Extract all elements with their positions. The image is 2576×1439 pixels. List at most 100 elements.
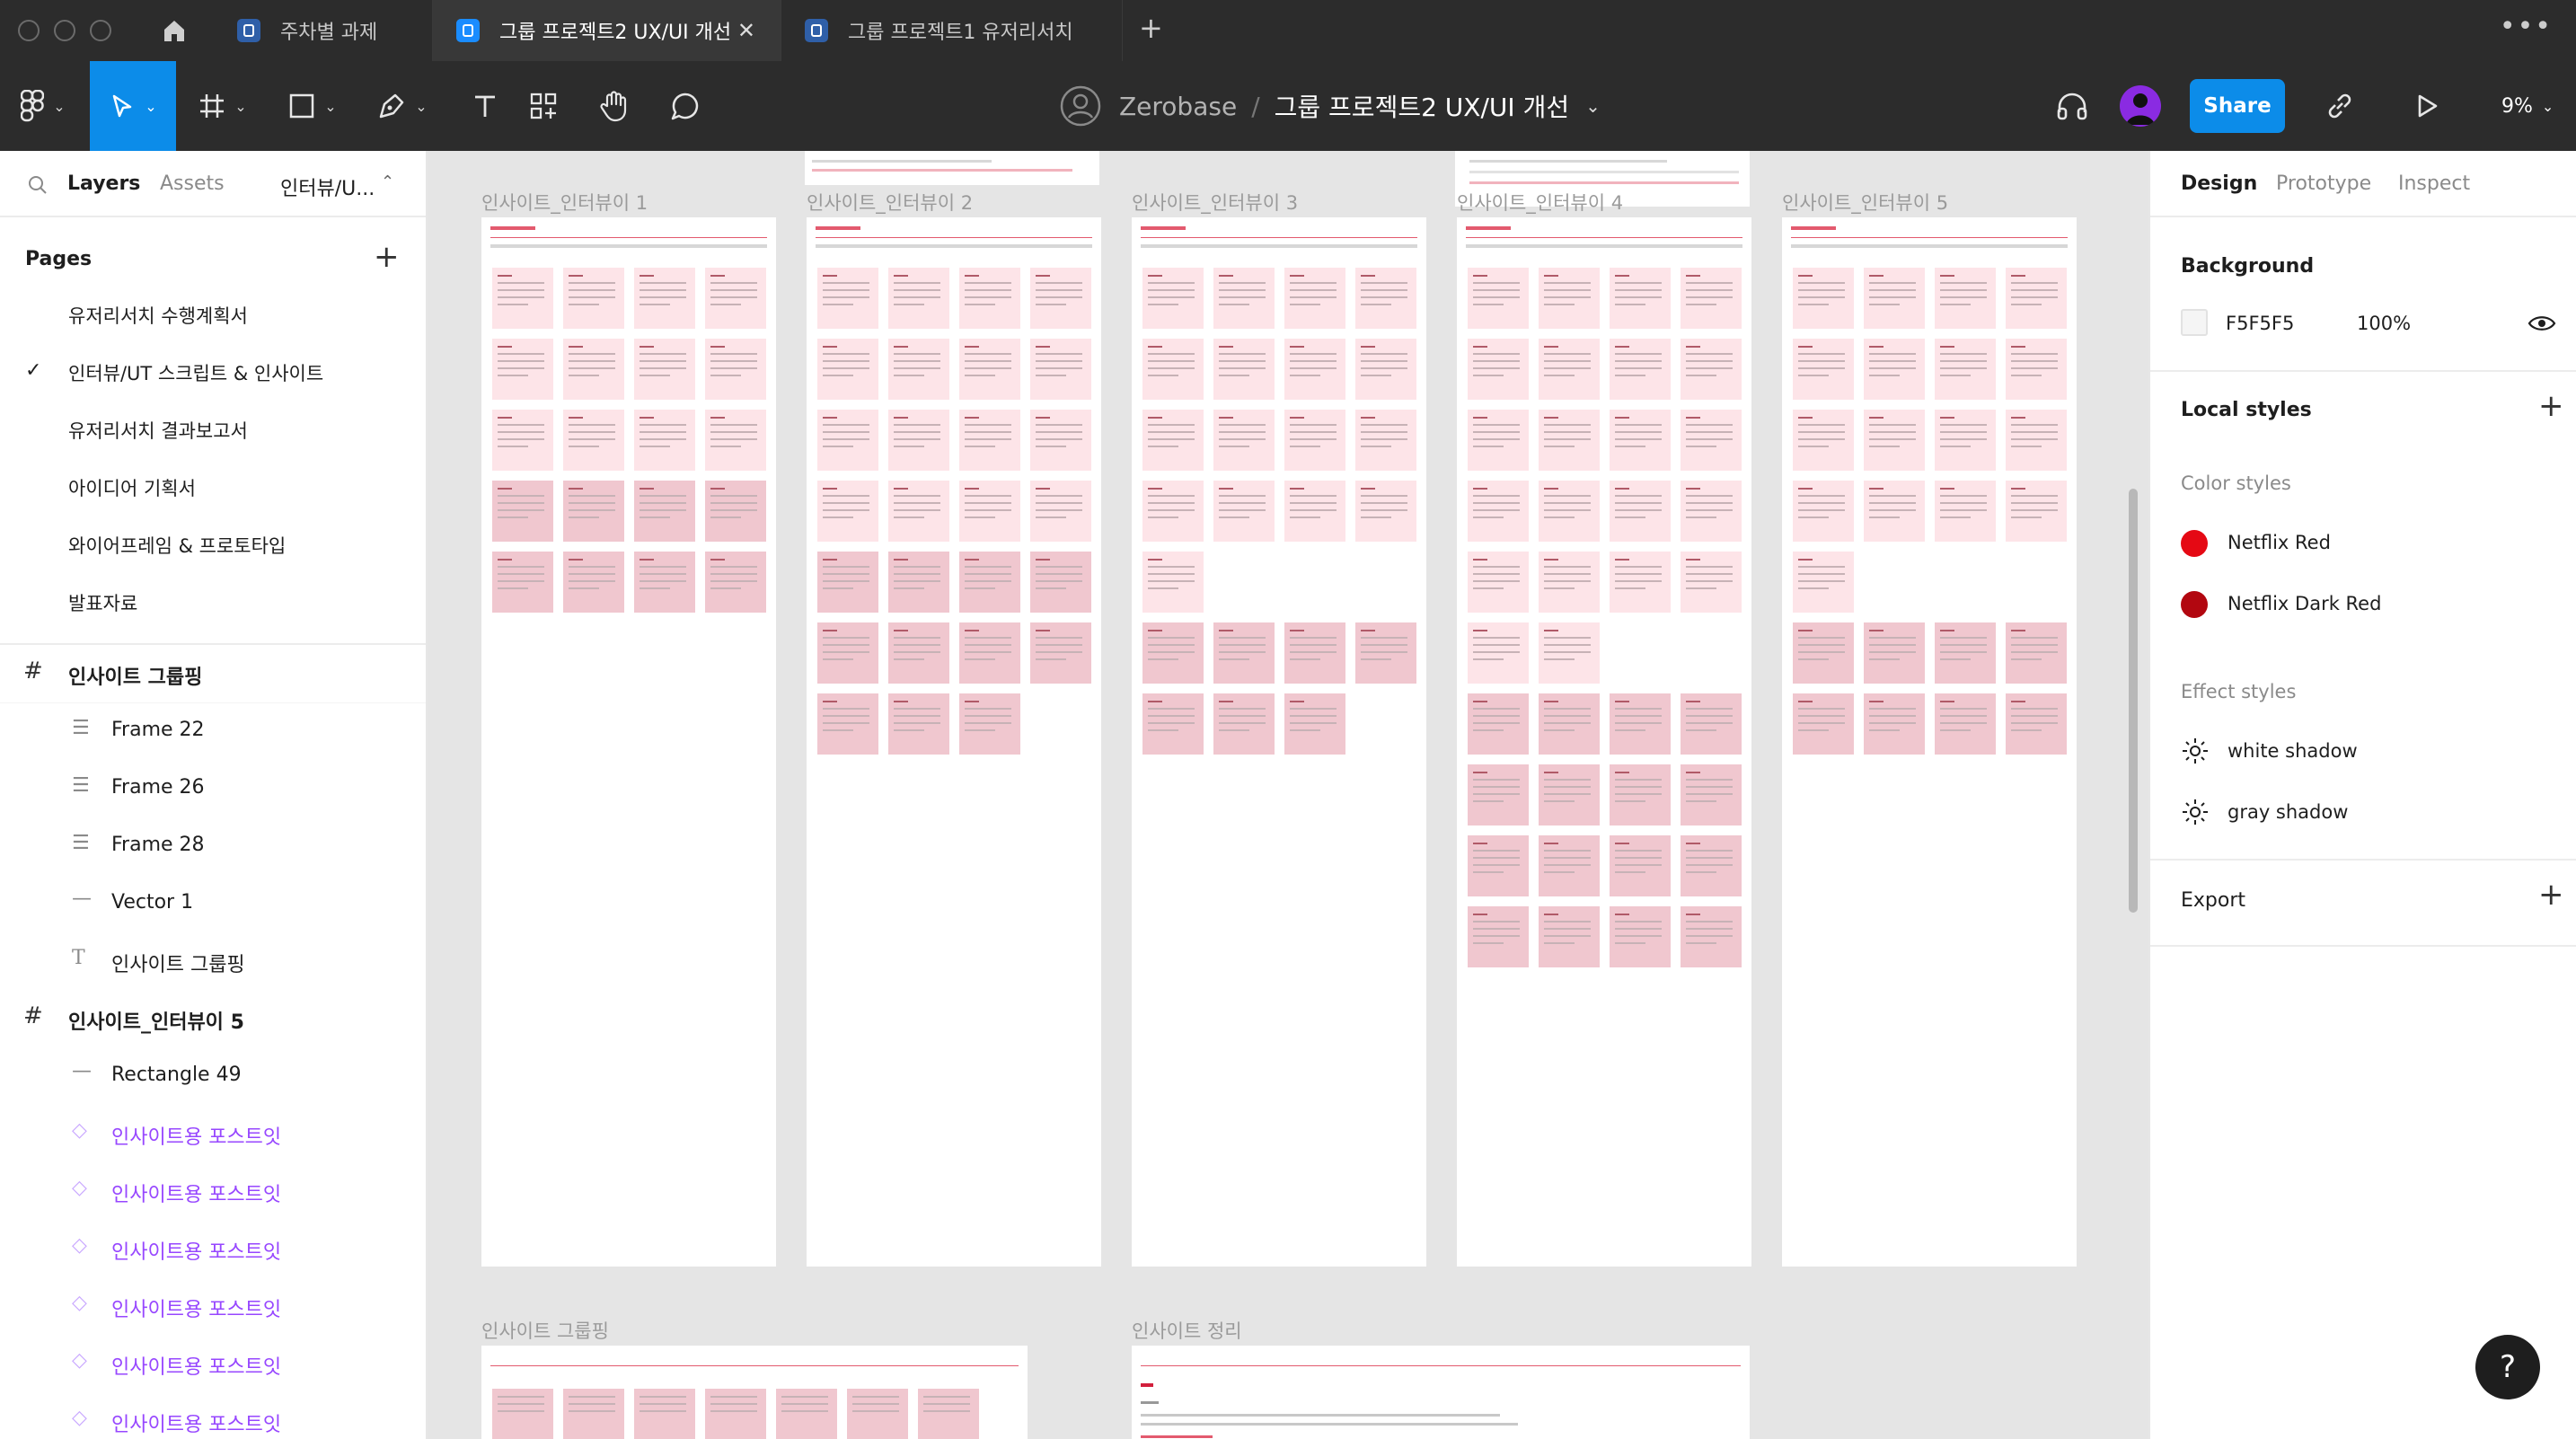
sticky-note[interactable]	[563, 481, 624, 542]
sticky-note[interactable]	[1681, 410, 1742, 471]
sticky-note[interactable]	[492, 339, 553, 400]
sticky-note[interactable]	[888, 552, 949, 613]
sticky-note[interactable]	[1355, 622, 1416, 684]
frame-label[interactable]: 인사이트_인터뷰이 1	[481, 189, 648, 216]
frame-label[interactable]: 인사이트_인터뷰이 3	[1132, 189, 1298, 216]
sticky-note[interactable]	[1030, 481, 1091, 542]
sticky-note[interactable]	[1539, 268, 1600, 329]
sticky-note[interactable]	[959, 693, 1020, 755]
page-item[interactable]: 발표자료	[68, 589, 137, 616]
sticky-note[interactable]	[1935, 481, 1996, 542]
sticky-note[interactable]	[1468, 764, 1529, 825]
frame-insight-summary[interactable]	[1132, 1346, 1750, 1439]
audio-button[interactable]	[2048, 61, 2096, 151]
page-item-selected[interactable]: 인터뷰/UT 스크립트 & 인사이트	[68, 359, 323, 386]
sticky-note[interactable]	[1213, 622, 1275, 684]
sticky-note[interactable]	[1935, 410, 1996, 471]
frame-tool-button[interactable]: ⌄	[180, 61, 266, 151]
insight-frame[interactable]	[1782, 217, 2077, 1267]
sticky-note[interactable]	[959, 268, 1020, 329]
sticky-note[interactable]	[817, 693, 878, 755]
sticky-note[interactable]	[1793, 693, 1854, 755]
sticky-note[interactable]	[1610, 835, 1671, 896]
sticky-note[interactable]	[563, 410, 624, 471]
sticky-note[interactable]	[1213, 339, 1275, 400]
sticky-note[interactable]	[1610, 268, 1671, 329]
sticky-note[interactable]	[705, 481, 766, 542]
sticky-note[interactable]	[1539, 835, 1600, 896]
layer-component[interactable]: 인사이트용 포스트잇	[111, 1351, 281, 1380]
sticky-note[interactable]	[1030, 410, 1091, 471]
sticky-note[interactable]	[1864, 481, 1925, 542]
sticky-note[interactable]	[1142, 622, 1204, 684]
sticky-note[interactable]	[1681, 552, 1742, 613]
sticky-note[interactable]	[1793, 410, 1854, 471]
layer-component[interactable]: 인사이트용 포스트잇	[111, 1121, 281, 1150]
sticky-note[interactable]	[634, 481, 695, 542]
page-item[interactable]: 아이디어 기획서	[68, 474, 196, 501]
sticky-note[interactable]	[1213, 693, 1275, 755]
frame-label[interactable]: 인사이트_인터뷰이 5	[1782, 189, 1948, 216]
sticky-note[interactable]	[1468, 622, 1529, 684]
sticky-note[interactable]	[2006, 481, 2067, 542]
sticky-note[interactable]	[1610, 906, 1671, 967]
sticky-note[interactable]	[1681, 906, 1742, 967]
window-maximize-dot[interactable]	[90, 20, 111, 41]
sticky-note[interactable]	[1142, 268, 1204, 329]
layer-item[interactable]: Frame 22	[111, 719, 205, 741]
home-button[interactable]	[135, 0, 214, 61]
sticky-note[interactable]	[1864, 622, 1925, 684]
sticky-note[interactable]	[1213, 481, 1275, 542]
color-style-name[interactable]: Netflix Dark Red	[2228, 593, 2381, 614]
pen-tool-button[interactable]: ⌄	[359, 61, 446, 151]
sticky-note[interactable]	[1539, 622, 1600, 684]
sticky-note[interactable]	[1539, 410, 1600, 471]
sticky-note[interactable]	[1213, 268, 1275, 329]
sticky-note[interactable]	[888, 622, 949, 684]
sticky-note[interactable]	[1864, 693, 1925, 755]
layer-item[interactable]: 인사이트 그룹핑	[111, 949, 245, 977]
layer-item[interactable]: Frame 26	[111, 776, 205, 799]
sticky-note[interactable]	[1539, 481, 1600, 542]
sticky-note[interactable]	[634, 268, 695, 329]
sticky-note[interactable]	[959, 339, 1020, 400]
sticky-note[interactable]	[705, 410, 766, 471]
sticky-note[interactable]	[705, 339, 766, 400]
sticky-note[interactable]	[1681, 339, 1742, 400]
sticky-note[interactable]	[634, 552, 695, 613]
sticky-note[interactable]	[1539, 339, 1600, 400]
sticky-note[interactable]	[1681, 481, 1742, 542]
frame-label[interactable]: 인사이트 정리	[1132, 1317, 1242, 1344]
sticky-note[interactable]	[1142, 481, 1204, 542]
sticky-note[interactable]	[1793, 268, 1854, 329]
sticky-note[interactable]	[1142, 410, 1204, 471]
sticky-note[interactable]	[888, 481, 949, 542]
tab-layers[interactable]: Layers	[67, 172, 140, 195]
sticky-note[interactable]	[1284, 693, 1345, 755]
sticky-note[interactable]	[1284, 339, 1345, 400]
zoom-menu[interactable]: 9% ⌄	[2501, 61, 2554, 151]
background-color-swatch[interactable]	[2181, 309, 2208, 336]
layer-frame[interactable]: 인사이트 그룹핑	[68, 661, 203, 690]
new-tab-plus-icon[interactable]: +	[1139, 11, 1163, 45]
sticky-note[interactable]	[817, 552, 878, 613]
sticky-note[interactable]	[1539, 552, 1600, 613]
sticky-note[interactable]	[1030, 622, 1091, 684]
tab-design[interactable]: Design	[2181, 172, 2257, 195]
sticky-note[interactable]	[1610, 693, 1671, 755]
frame-label[interactable]: 인사이트 그룹핑	[481, 1317, 609, 1344]
sticky-note[interactable]	[705, 268, 766, 329]
sticky-note[interactable]	[492, 1389, 553, 1439]
sticky-note[interactable]	[1610, 410, 1671, 471]
shape-tool-button[interactable]: ⌄	[269, 61, 356, 151]
sticky-note[interactable]	[1610, 764, 1671, 825]
document-title[interactable]: 그룹 프로젝트2 UX/UI 개선	[1275, 88, 1569, 124]
present-button[interactable]	[2404, 61, 2452, 151]
more-options-icon[interactable]: •••	[2500, 11, 2553, 42]
text-tool-button[interactable]	[449, 61, 521, 151]
eye-icon[interactable]	[2527, 313, 2556, 334]
sticky-note[interactable]	[1284, 622, 1345, 684]
sticky-note[interactable]	[888, 268, 949, 329]
sticky-note[interactable]	[1030, 339, 1091, 400]
search-icon[interactable]	[27, 174, 49, 196]
